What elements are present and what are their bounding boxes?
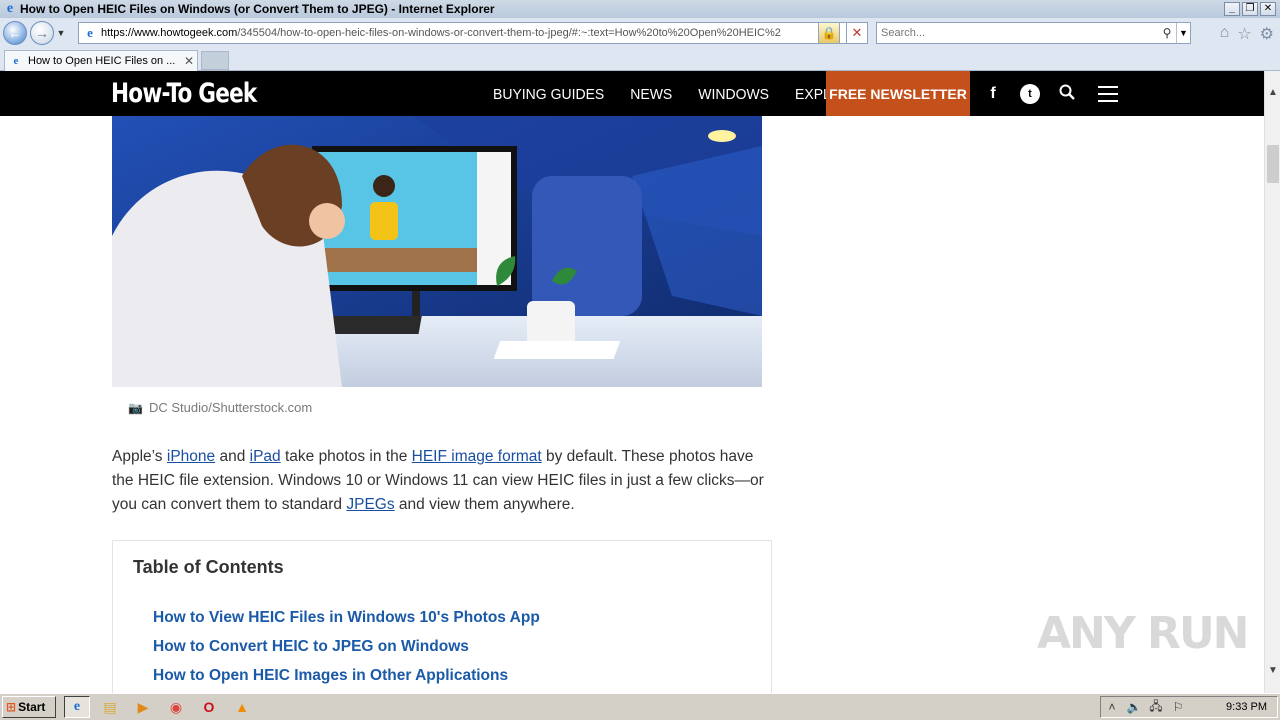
taskbar-media-player-icon[interactable]: ▶ [130,696,156,718]
taskbar-clock[interactable]: 9:33 PM [1226,701,1267,713]
taskbar-ie-icon[interactable]: e [64,696,90,718]
free-newsletter-button[interactable]: FREE NEWSLETTER [826,71,970,116]
navigation-bar: ← → ▼ e https://www.howtogeek.com /34550… [0,18,1280,48]
taskbar-chrome-icon[interactable]: ◉ [163,696,189,718]
social-icons: f t [983,84,1118,104]
search-icon[interactable]: ⚲ [1158,26,1176,40]
link-heif-format[interactable]: HEIF image format [412,448,542,465]
search-icon[interactable] [1057,84,1077,104]
browser-toolbar-icons: ⌂ ☆ ⚙ [1220,24,1274,44]
minimize-button[interactable]: _ [1224,2,1240,16]
table-of-contents: Table of Contents How to View HEIC Files… [112,540,772,700]
taskbar-opera-icon[interactable]: O [196,696,222,718]
start-button[interactable]: ⊞ Start [2,696,56,718]
taskbar-vlc-icon[interactable]: ▲ [229,696,255,718]
home-icon[interactable]: ⌂ [1220,24,1230,44]
taskbar-explorer-icon[interactable]: ▤ [97,696,123,718]
ie-logo-icon: e [6,1,14,16]
back-button[interactable]: ← [3,21,27,45]
restore-button[interactable]: ❐ [1242,2,1258,16]
caption-text: DC Studio/Shutterstock.com [148,400,313,415]
menu-hamburger-icon[interactable] [1098,86,1118,102]
system-tray: ˄ 🔈 🖧 ⚐ 9:33 PM [1100,696,1278,718]
address-bar[interactable]: e https://www.howtogeek.com /345504/how-… [78,22,868,44]
tab-active[interactable]: e How to Open HEIC Files on ... ✕ [4,50,198,71]
toc-item[interactable]: How to Open HEIC Images in Other Applica… [153,667,540,686]
toc-item[interactable]: How to View HEIC Files in Windows 10's P… [153,609,540,628]
network-icon[interactable]: 🖧 [1145,697,1167,718]
search-dropdown-button[interactable]: ▼ [1176,23,1190,43]
facebook-icon[interactable]: f [983,84,1003,104]
window-controls: _ ❐ ✕ [1224,2,1276,16]
action-center-flag-icon[interactable]: ⚐ [1167,700,1189,714]
nav-news[interactable]: NEWS [630,85,672,102]
search-box[interactable]: ⚲ ▼ [876,22,1191,44]
site-header: How-To Geek BUYING GUIDES NEWS WINDOWS E… [0,71,1264,116]
tab-close-icon[interactable]: ✕ [181,54,197,68]
article-intro-paragraph: Apple’s iPhone and iPad take photos in t… [112,445,772,517]
windows-flag-icon: ⊞ [6,700,17,714]
scrollbar-thumb[interactable] [1267,145,1279,183]
volume-icon[interactable]: 🔈 [1123,700,1145,714]
nav-windows[interactable]: WINDOWS [698,85,769,102]
para-text: Apple’s [112,448,167,465]
link-iphone[interactable]: iPhone [167,448,215,465]
new-tab-button[interactable] [201,51,229,70]
anyrun-watermark: ANY RUN [1037,608,1249,659]
tray-expand-icon[interactable]: ˄ [1101,700,1123,714]
toc-item[interactable]: How to Convert HEIC to JPEG on Windows [153,638,540,657]
taskbar: ⊞ Start e ▤ ▶ ◉ O ▲ ˄ 🔈 🖧 ⚐ 9:33 PM [0,693,1280,720]
link-ipad[interactable]: iPad [250,448,281,465]
para-text: and view them anywhere. [394,496,575,513]
close-button[interactable]: ✕ [1260,2,1276,16]
quick-launch: e ▤ ▶ ◉ O ▲ [64,696,255,718]
link-jpegs[interactable]: JPEGs [346,496,394,513]
tab-favicon-icon: e [13,55,19,67]
scroll-down-arrow-icon[interactable]: ▼ [1265,663,1280,679]
start-label: Start [18,700,46,714]
scroll-up-arrow-icon[interactable]: ▲ [1265,85,1280,101]
tab-bar: e How to Open HEIC Files on ... ✕ [0,48,1280,71]
nav-buying-guides[interactable]: BUYING GUIDES [493,85,604,102]
search-input[interactable] [877,27,1158,39]
security-lock-icon[interactable]: 🔒 [818,22,840,44]
para-text: and [215,448,250,465]
site-logo[interactable]: How-To Geek [111,78,257,109]
window-titlebar: e How to Open HEIC Files on Windows (or … [0,0,1280,18]
twitter-icon[interactable]: t [1020,84,1040,104]
forward-button[interactable]: → [30,21,54,45]
image-caption: 📷 DC Studio/Shutterstock.com [128,400,312,415]
camera-icon: 📷 [128,400,143,415]
toc-list: How to View HEIC Files in Windows 10's P… [153,609,540,696]
para-text: take photos in the [280,448,412,465]
stop-button[interactable]: ✕ [846,22,868,44]
window-title: How to Open HEIC Files on Windows (or Co… [20,2,495,16]
url-path: /345504/how-to-open-heic-files-on-window… [237,27,781,39]
toc-title: Table of Contents [133,557,284,577]
page-favicon-icon: e [87,25,93,40]
tools-gear-icon[interactable]: ⚙ [1260,24,1274,44]
url-host: https://www.howtogeek.com [101,27,238,39]
favorites-star-icon[interactable]: ☆ [1237,24,1251,44]
recent-pages-dropdown[interactable]: ▼ [55,28,67,38]
article-hero-image [112,116,762,387]
page-scrollbar[interactable]: ▲ ▼ [1264,71,1280,693]
tab-label: How to Open HEIC Files on ... [28,55,176,67]
